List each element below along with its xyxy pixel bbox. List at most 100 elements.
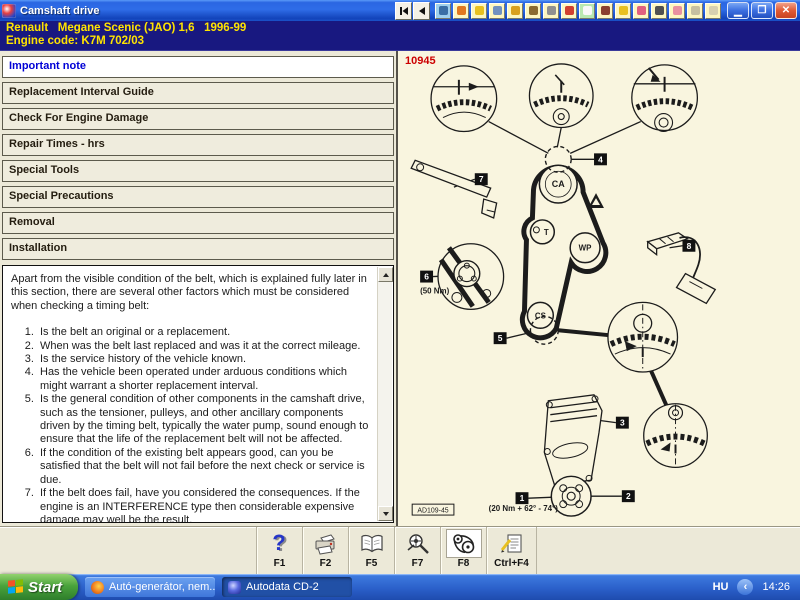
menu-item-repair-times[interactable]: Repair Times - hrs [2, 134, 394, 156]
window-controls: ▁ ❐ ✕ [727, 2, 797, 19]
firefox-icon [91, 580, 104, 594]
pulley-label-wp: WP [579, 244, 592, 253]
detail-view-camshaft-mark-centre [528, 63, 594, 129]
system-tray: HU ‹ 14:26 [713, 579, 800, 595]
nav-back-button[interactable] [413, 1, 430, 20]
article-list-item: When was the belt last replaced and was … [37, 340, 369, 353]
tensioner-pulley [529, 219, 556, 245]
nav-first-back-button[interactable] [395, 1, 412, 20]
restore-button[interactable]: ❐ [751, 2, 773, 19]
scroll-down-button[interactable] [378, 506, 393, 521]
article-scrollbar[interactable] [377, 267, 393, 521]
helmet-question-icon[interactable] [615, 2, 631, 19]
notes-button[interactable]: Ctrl+F4 [487, 527, 537, 574]
menu-item-installation[interactable]: Installation [2, 238, 394, 260]
menu-item-special-tools[interactable]: Special Tools [2, 160, 394, 182]
search-tool-icon [406, 533, 429, 554]
belt-direction-marker [588, 193, 604, 209]
svg-text:4: 4 [598, 154, 603, 164]
search-tool-button[interactable]: F7 [395, 527, 441, 574]
passengers-icon[interactable] [489, 2, 505, 19]
camshaft-drive-button[interactable]: F8 [441, 527, 487, 574]
callout-5: 5 [493, 332, 507, 345]
menu-item-check-for-engine-damage[interactable]: Check For Engine Damage [2, 108, 394, 130]
pulley-label-cs: CS [535, 311, 546, 320]
detail-view-crankshaft-sprocket [607, 301, 679, 373]
tensioner-torque-label: (50 Nm) [420, 286, 449, 295]
steam-wash-icon[interactable] [435, 2, 451, 19]
scroll-up-icon [382, 272, 389, 277]
detail-view-tensioner-bolt [437, 243, 505, 311]
svg-text:3: 3 [620, 418, 625, 428]
close-button[interactable]: ✕ [775, 2, 797, 19]
airbag-icon[interactable] [633, 2, 649, 19]
article-list-item: If the condition of the existing belt ap… [37, 447, 369, 487]
start-button[interactable]: Start [0, 574, 78, 600]
figure-ref-box: AD109-45 [411, 503, 455, 516]
detail-view-camshaft-mark-left [430, 65, 498, 133]
document-icon[interactable] [705, 2, 721, 19]
figure-ref-label: AD109-45 [417, 508, 448, 515]
taskbar: Start Autó-generátor, nem... Autodata CD… [0, 574, 800, 600]
service-timer-icon[interactable] [453, 2, 469, 19]
callout-3: 3 [615, 416, 629, 429]
menu-item-important-note[interactable]: Important note [2, 56, 394, 78]
hand-tools-icon[interactable] [597, 2, 613, 19]
crank-torque-label: (20 Nm + 62° - 74°) [489, 504, 559, 513]
menu-item-special-precautions[interactable]: Special Precautions [2, 186, 394, 208]
menu-item-replacement-interval-guide[interactable]: Replacement Interval Guide [2, 82, 394, 104]
function-bar: ? ? F1 F2 F5 F7 F8 Ctrl+F4 [0, 526, 800, 574]
print-button[interactable]: F2 [303, 527, 349, 574]
timing-belt-diagram: 4 7 6 5 8 3 1 2 CA T WP CS (50 Nm) (20 N… [410, 63, 717, 517]
manual-button[interactable]: F5 [349, 527, 395, 574]
radiator-icon[interactable] [525, 2, 541, 19]
callout-2: 2 [621, 490, 635, 503]
hide-icons-button[interactable]: ‹ [737, 579, 754, 595]
detail-view-camshaft-mark-right [631, 64, 699, 133]
callout-1: 1 [515, 492, 529, 505]
vehicle-header: Renault Megane Scenic (JAO) 1,6 1996-99 … [0, 21, 800, 51]
car-body-icon[interactable] [579, 2, 595, 19]
vehicle-title: Renault Megane Scenic (JAO) 1,6 1996-99 [6, 22, 247, 34]
function-button-row: ? ? F1 F2 F5 F7 F8 Ctrl+F4 [256, 527, 800, 574]
svg-text:5: 5 [498, 333, 503, 343]
print-icon [315, 533, 335, 555]
windows-logo-icon [8, 579, 23, 595]
timing-belt-icon [452, 533, 474, 553]
help-button[interactable]: ? ? F1 [257, 527, 303, 574]
car-lift-icon[interactable] [561, 2, 577, 19]
article-panel: Apart from the visible condition of the … [2, 265, 394, 523]
main-area: Important note Replacement Interval Guid… [0, 51, 800, 526]
app-icon [2, 3, 16, 18]
diagnostic-tool-icon[interactable] [543, 2, 559, 19]
car-outline-icon[interactable] [687, 2, 703, 19]
scroll-down-icon [382, 511, 389, 516]
menu-item-removal[interactable]: Removal [2, 212, 394, 234]
step-back-icon [399, 6, 408, 15]
taskbar-task-browser[interactable]: Autó-generátor, nem... [85, 577, 215, 597]
figure-number: 10945 [405, 55, 436, 67]
taskbar-task-autodata[interactable]: Autodata CD-2 [222, 577, 352, 597]
belt-tension-gauge [646, 232, 717, 305]
timing-belt-cover [543, 394, 603, 485]
callout-7: 7 [474, 173, 488, 186]
help-icon: ? ? [272, 532, 287, 556]
first-aid-icon[interactable] [669, 2, 685, 19]
tyre-icon[interactable] [651, 2, 667, 19]
tow-truck-icon[interactable] [507, 2, 523, 19]
svg-text:6: 6 [424, 272, 429, 282]
title-bar: Camshaft drive ▁ ❐ ✕ [0, 0, 800, 21]
svg-text:1: 1 [520, 493, 525, 503]
scroll-up-button[interactable] [378, 267, 393, 282]
pulley-label-ca: CA [552, 179, 565, 189]
minimize-button[interactable]: ▁ [727, 2, 749, 19]
window-title: Camshaft drive [20, 4, 100, 17]
detail-view-crankshaft-mark [643, 403, 708, 469]
engine-code: Engine code: K7M 702/03 [6, 35, 145, 47]
pulley-label-t: T [544, 228, 549, 237]
article-list-item: Is the general condition of other compon… [37, 393, 369, 447]
car-key-icon[interactable] [471, 2, 487, 19]
note-pencil-icon [500, 533, 522, 553]
language-indicator[interactable]: HU [713, 581, 729, 593]
back-arrow-icon [418, 6, 425, 15]
